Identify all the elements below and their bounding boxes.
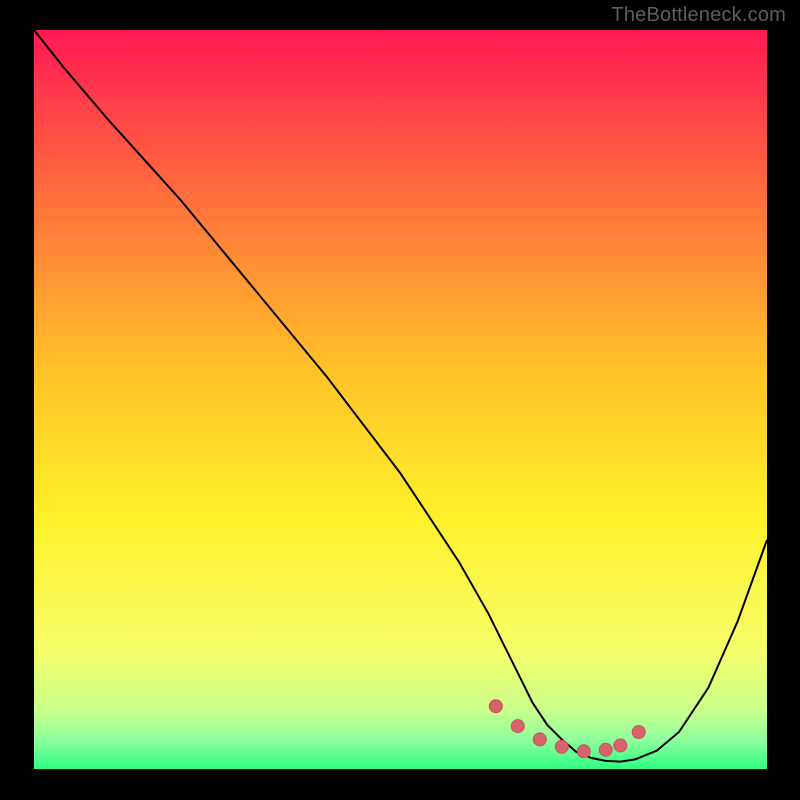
marker-point <box>599 743 612 756</box>
marker-point <box>632 726 645 739</box>
marker-point <box>511 720 524 733</box>
watermark-text: TheBottleneck.com <box>611 4 786 27</box>
marker-point <box>614 739 627 752</box>
marker-point <box>555 740 568 753</box>
gradient-background <box>34 30 767 769</box>
marker-point <box>489 700 502 713</box>
marker-point <box>533 733 546 746</box>
plot-area <box>34 30 767 769</box>
chart-frame: TheBottleneck.com <box>0 0 800 800</box>
marker-point <box>577 745 590 758</box>
chart-svg <box>34 30 767 769</box>
